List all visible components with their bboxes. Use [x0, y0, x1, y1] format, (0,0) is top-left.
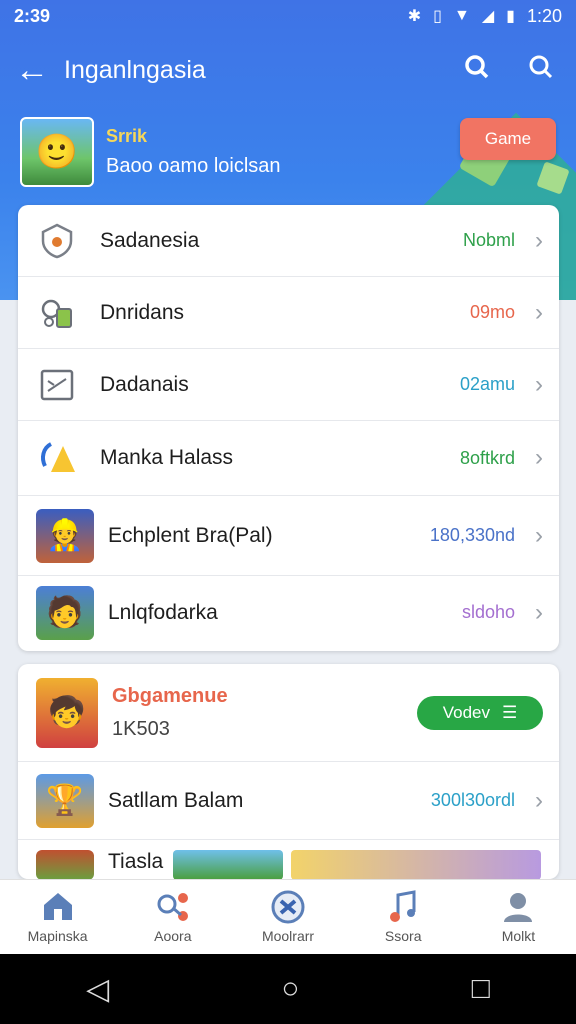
- nav-item-home[interactable]: Mapinska: [0, 880, 115, 954]
- list-item-value: 09mo: [469, 302, 515, 322]
- featured-game-subtitle: 1K503: [112, 717, 170, 740]
- nav-label: Aoora: [154, 928, 192, 944]
- games-icon: [271, 890, 305, 924]
- game-banner: [291, 850, 542, 879]
- list-item[interactable]: Tiasla: [18, 840, 559, 879]
- home-icon[interactable]: ○: [281, 972, 299, 1006]
- game-avatar-icon: 🏆: [36, 773, 94, 828]
- list-item[interactable]: 🧑 Lnlqfodarka sldoho ›: [18, 576, 559, 649]
- list-item-label: Dnridans: [100, 300, 185, 324]
- wifi-icon: ▼: [453, 7, 470, 24]
- chevron-right-icon: ›: [535, 298, 543, 326]
- chevron-right-icon: ›: [535, 521, 543, 549]
- list-item-value: 8oftkrd: [459, 447, 515, 468]
- list-item-label: Dadanais: [100, 372, 189, 396]
- devices-icon: [36, 292, 78, 334]
- list-item[interactable]: Dadanais 02amu ›: [18, 349, 559, 421]
- page-title: Inganlngasia: [64, 55, 206, 84]
- nav-item-share[interactable]: Aoora: [115, 880, 230, 954]
- game-banner: [173, 850, 284, 879]
- profile-subtitle: Baoo oamo loiclsan: [106, 155, 281, 177]
- home-icon: [41, 890, 75, 924]
- chevron-right-icon: ›: [535, 598, 543, 626]
- avatar[interactable]: 🙂: [20, 117, 94, 187]
- shield-icon: [36, 220, 78, 262]
- game-avatar-icon: 🧑: [36, 585, 94, 640]
- app-bar: ← Inganlngasia: [0, 40, 576, 100]
- profile-name: Srrik: [106, 126, 148, 146]
- list-item-label: Echplent Bra(Pal): [108, 523, 273, 547]
- status-time: 2:39: [14, 5, 51, 26]
- list-item-label: Satllam Balam: [108, 788, 244, 812]
- list-item-value: 180,330nd: [429, 525, 515, 545]
- nav-item-profile[interactable]: Molkt: [461, 880, 576, 954]
- list-item-value: sldoho: [461, 602, 515, 622]
- list-item-value: 300l30ordl: [430, 790, 515, 810]
- bluetooth-icon: ✱: [407, 8, 422, 25]
- vibrate-icon: ▯: [433, 8, 442, 25]
- chevron-right-icon: ›: [535, 444, 543, 471]
- list-item[interactable]: Manka Halass 8oftkrd ›: [18, 421, 559, 496]
- nav-label: Molkt: [501, 928, 536, 944]
- list-item[interactable]: Sadanesia Nobml ›: [18, 205, 559, 277]
- nav-item-music[interactable]: Ssora: [346, 880, 461, 954]
- status-bar: 2:39 ✱ ▯ ▼ ◢ ▮ 1:20: [0, 0, 576, 32]
- game-button[interactable]: Game: [460, 118, 556, 160]
- back-icon[interactable]: ◁: [86, 972, 109, 1007]
- view-button-label: Vodev: [442, 702, 490, 722]
- list-item-value: Nobml: [462, 230, 515, 250]
- signal-icon: ◢: [481, 8, 495, 25]
- games-list-card: 🧒 Gbgamenue 1K503 Vodev ☰ 🏆 Satllam Bala…: [18, 664, 559, 879]
- back-arrow-icon[interactable]: ←: [0, 40, 64, 100]
- list-item-label: Sadanesia: [100, 228, 200, 252]
- chevron-right-icon: ›: [535, 226, 543, 254]
- profile-icon: [502, 890, 534, 924]
- music-icon: [388, 890, 418, 924]
- featured-game-title: Gbgamenue: [112, 684, 228, 707]
- nav-label: Mapinska: [27, 928, 88, 944]
- game-avatar-icon: 👷: [36, 508, 94, 563]
- status-clock: 1:20: [526, 5, 562, 26]
- search-icon[interactable]: [464, 54, 490, 87]
- chevron-right-icon: ›: [535, 370, 543, 398]
- list-item-value: 02amu: [459, 374, 515, 394]
- nav-label: Moolrarr: [261, 928, 315, 944]
- game-avatar-icon: 🧒: [36, 677, 98, 748]
- battery-icon: ▮: [506, 8, 515, 25]
- list-item-label: Manka Halass: [100, 446, 234, 469]
- list-item-label: Tiasla: [108, 850, 164, 873]
- list-item[interactable]: 👷 Echplent Bra(Pal) 180,330nd ›: [18, 496, 559, 576]
- list-item-label: Lnlqfodarka: [108, 600, 218, 624]
- search-icon[interactable]: [528, 54, 554, 87]
- view-button[interactable]: Vodev ☰: [417, 695, 543, 730]
- chevron-right-icon: ›: [535, 786, 543, 814]
- system-navigation-bar: ◁ ○ □: [0, 954, 576, 1024]
- nav-item-games[interactable]: Moolrarr: [230, 880, 345, 954]
- image-icon: [36, 364, 78, 406]
- bottom-navigation: Mapinska Aoora Moolrarr Ssora Molkt: [0, 879, 576, 954]
- warning-icon: [36, 437, 78, 479]
- profile-section: 🙂 Srrik Baoo oamo loiclsan Game: [20, 116, 556, 188]
- featured-game-item[interactable]: 🧒 Gbgamenue 1K503 Vodev ☰: [18, 664, 559, 762]
- menu-icon: ☰: [502, 702, 518, 722]
- nav-label: Ssora: [384, 928, 422, 944]
- list-item[interactable]: Dnridans 09mo ›: [18, 277, 559, 349]
- list-item[interactable]: 🏆 Satllam Balam 300l30ordl ›: [18, 762, 559, 840]
- settings-list-card: Sadanesia Nobml › Dnridans 09mo › Dadana…: [18, 205, 559, 651]
- recents-icon[interactable]: □: [472, 972, 490, 1006]
- share-icon: [155, 890, 191, 924]
- game-avatar-icon: [36, 850, 94, 879]
